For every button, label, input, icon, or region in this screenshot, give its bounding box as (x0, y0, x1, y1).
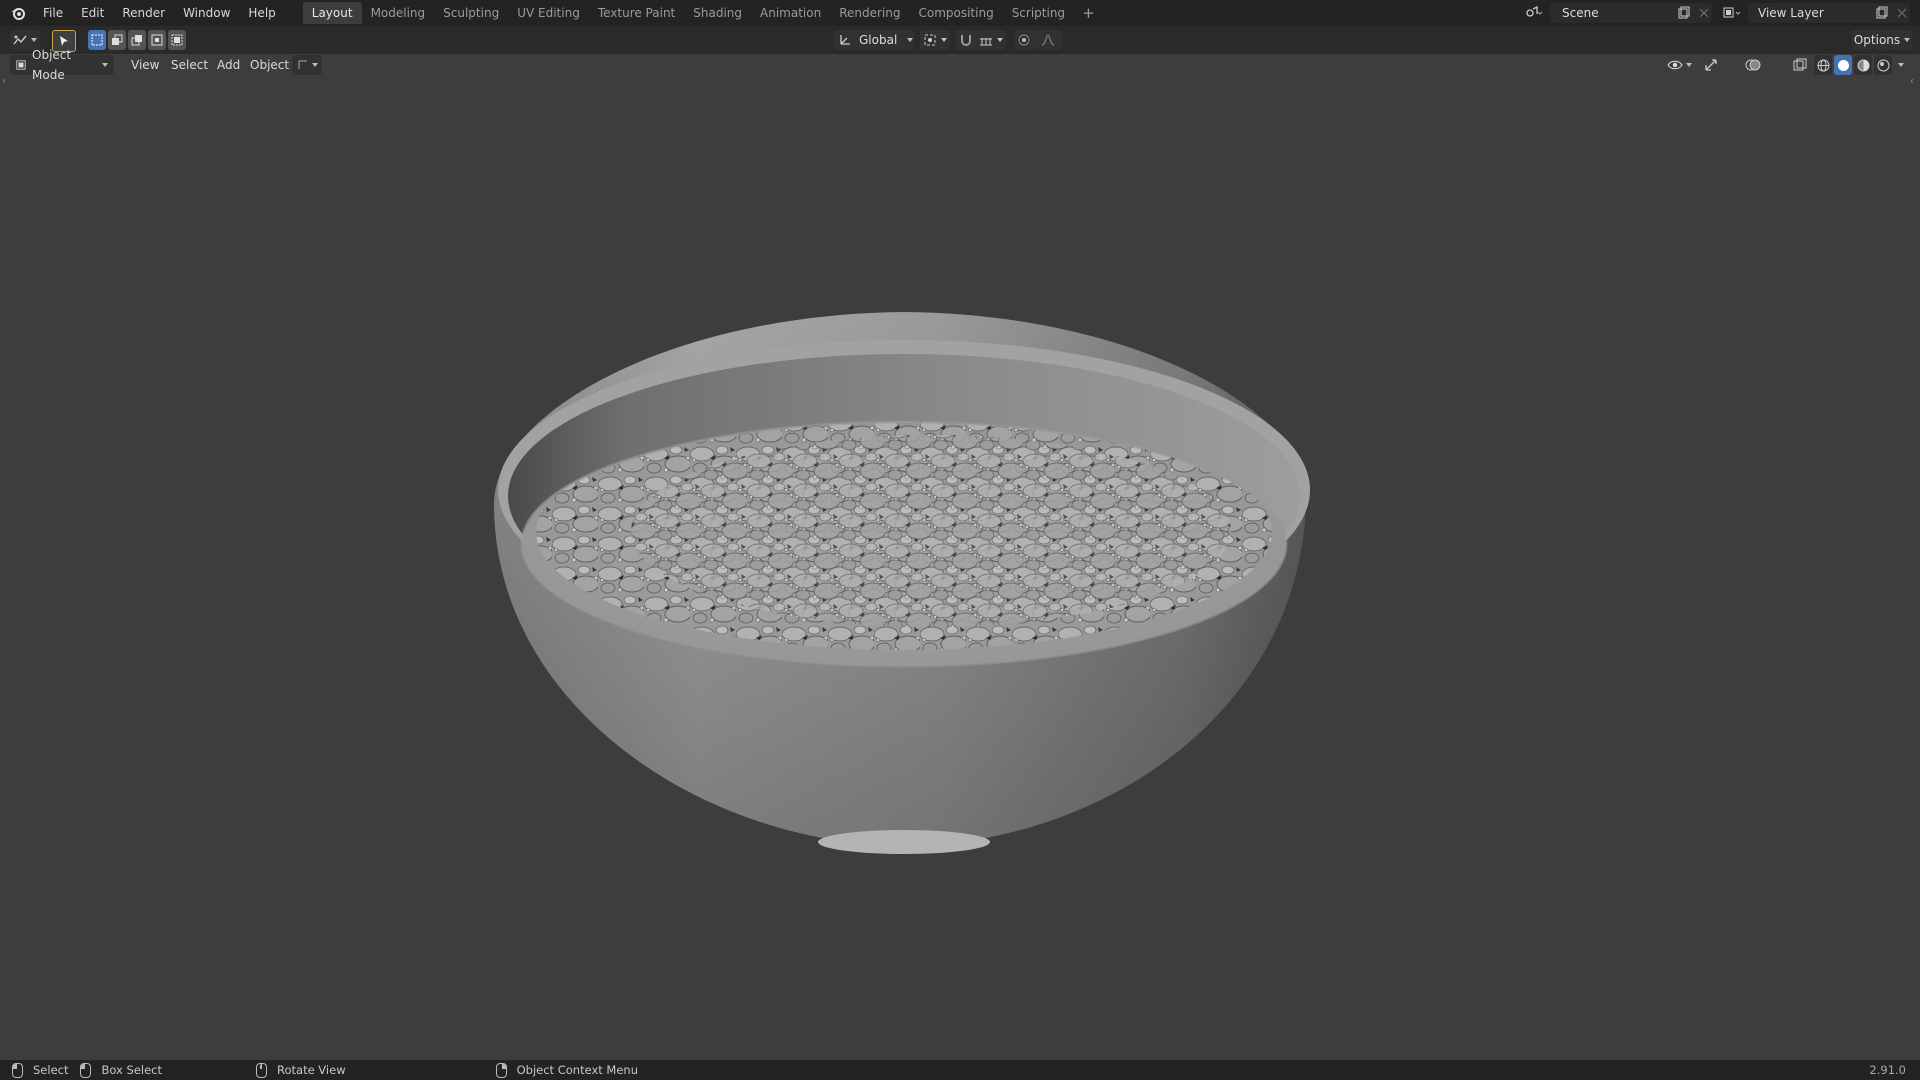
tab-layout[interactable]: Layout (302, 2, 362, 24)
add-workspace-button[interactable]: + (1074, 2, 1103, 24)
new-view-layer-icon[interactable] (1872, 3, 1892, 23)
status-rotate-view: Rotate View (277, 1063, 346, 1077)
3d-viewport[interactable]: › ‹ (0, 54, 1920, 1060)
bowl-foot (818, 830, 990, 854)
shading-rendered-button[interactable] (1874, 55, 1892, 75)
tab-animation[interactable]: Animation (751, 2, 830, 24)
select-extend-button[interactable] (108, 30, 126, 50)
xray-toggle[interactable] (1790, 55, 1810, 75)
affect-only-icon (298, 60, 307, 69)
object-mode-icon (16, 60, 26, 70)
rendered-sphere-icon (1877, 59, 1889, 71)
object-mode-dropdown[interactable]: Object Mode (10, 48, 114, 82)
viewport-header: Object Mode View Select Add Object (0, 48, 1920, 82)
orientation-axes-icon (840, 35, 850, 45)
delete-view-layer-icon[interactable] (1892, 3, 1912, 23)
status-box-select: Box Select (101, 1063, 162, 1077)
toolbar-expand-arrow-icon[interactable]: › (2, 76, 6, 87)
tool-header: Global Options (0, 26, 1920, 54)
workspace-tabs: Layout Modeling Sculpting UV Editing Tex… (302, 2, 1103, 24)
menu-render[interactable]: Render (113, 2, 174, 24)
snap-increment-icon (980, 38, 992, 46)
gizmo-icon (1705, 59, 1717, 71)
tab-texture-paint[interactable]: Texture Paint (589, 2, 684, 24)
sidebar-expand-arrow-icon[interactable]: ‹ (1910, 76, 1914, 87)
select-subtract-button[interactable] (128, 30, 146, 50)
menu-help[interactable]: Help (239, 2, 284, 24)
editor-type-icon (13, 35, 27, 45)
mouse-left-icon (12, 1062, 23, 1078)
tab-shading[interactable]: Shading (684, 2, 751, 24)
xray-icon (1793, 58, 1807, 71)
status-context-menu: Object Context Menu (516, 1063, 638, 1077)
select-intersect-icon (171, 34, 183, 46)
status-bar: Select Box Select Rotate View Object Con… (0, 1060, 1920, 1080)
select-subtract-icon (131, 35, 142, 46)
new-scene-icon[interactable] (1674, 3, 1694, 23)
menu-edit[interactable]: Edit (72, 2, 113, 24)
tab-uv-editing[interactable]: UV Editing (508, 2, 589, 24)
material-sphere-icon (1857, 59, 1869, 71)
proportional-editing-icon (1018, 34, 1030, 46)
menu-window[interactable]: Window (174, 2, 239, 24)
snap-target-dropdown[interactable] (976, 30, 1006, 50)
select-intersect-button[interactable] (168, 30, 186, 50)
wireframe-sphere-icon (1817, 59, 1829, 71)
falloff-dropdown[interactable] (1034, 30, 1062, 50)
proportional-editing-toggle[interactable] (1014, 30, 1034, 50)
menu-file[interactable]: File (34, 2, 72, 24)
eye-icon (1667, 60, 1683, 70)
tab-compositing[interactable]: Compositing (909, 2, 1002, 24)
menu-add[interactable]: Add (210, 55, 247, 75)
solid-sphere-icon (1837, 59, 1849, 71)
gizmo-toggle[interactable] (1700, 55, 1722, 75)
top-bar: File Edit Render Window Help Layout Mode… (0, 0, 1920, 26)
bowl-model (494, 312, 1310, 854)
magnet-icon (961, 35, 971, 46)
view-layer-browse-icon[interactable] (1722, 3, 1742, 23)
mouse-right-icon (495, 1062, 507, 1078)
pivot-point-icon (924, 34, 936, 46)
delete-scene-icon[interactable] (1694, 3, 1714, 23)
scene-browse-icon[interactable] (1524, 3, 1544, 23)
transform-affect-dropdown[interactable] (292, 55, 322, 75)
tab-modeling[interactable]: Modeling (362, 2, 435, 24)
transform-orientation-dropdown[interactable]: Global (834, 30, 914, 50)
blender-logo-icon[interactable] (8, 3, 28, 23)
menu-object[interactable]: Object (243, 55, 296, 75)
select-extend-icon (112, 34, 123, 45)
menu-view[interactable]: View (124, 55, 166, 75)
mouse-left-drag-icon (80, 1062, 92, 1078)
select-invert-icon (151, 34, 163, 46)
view-layer-name: View Layer (1758, 6, 1824, 20)
shading-solid-button[interactable] (1834, 55, 1852, 75)
shading-options-caret-icon[interactable] (1898, 63, 1904, 67)
shading-material-button[interactable] (1854, 55, 1872, 75)
object-visibility-dropdown[interactable] (1664, 55, 1695, 75)
select-invert-button[interactable] (148, 30, 166, 50)
shading-mode-group (1814, 55, 1904, 75)
snap-toggle[interactable] (956, 30, 976, 50)
status-select: Select (33, 1063, 69, 1077)
transform-orientation-label: Global (859, 33, 898, 47)
overlays-toggle[interactable] (1742, 55, 1764, 75)
pivot-point-dropdown[interactable] (920, 30, 950, 50)
scene-name: Scene (1562, 6, 1599, 20)
menu-select[interactable]: Select (164, 55, 215, 75)
selection-mode-group (88, 30, 186, 50)
version-label: 2.91.0 (1869, 1063, 1906, 1077)
tab-rendering[interactable]: Rendering (830, 2, 909, 24)
options-dropdown[interactable]: Options (1852, 30, 1912, 50)
options-label: Options (1853, 33, 1901, 47)
shading-wireframe-button[interactable] (1814, 55, 1832, 75)
overlays-icon (1745, 59, 1761, 71)
tab-sculpting[interactable]: Sculpting (434, 2, 508, 24)
tab-scripting[interactable]: Scripting (1003, 2, 1074, 24)
object-mode-label: Object Mode (32, 48, 72, 82)
falloff-curve-icon (1041, 34, 1055, 46)
mouse-middle-icon (256, 1062, 267, 1078)
